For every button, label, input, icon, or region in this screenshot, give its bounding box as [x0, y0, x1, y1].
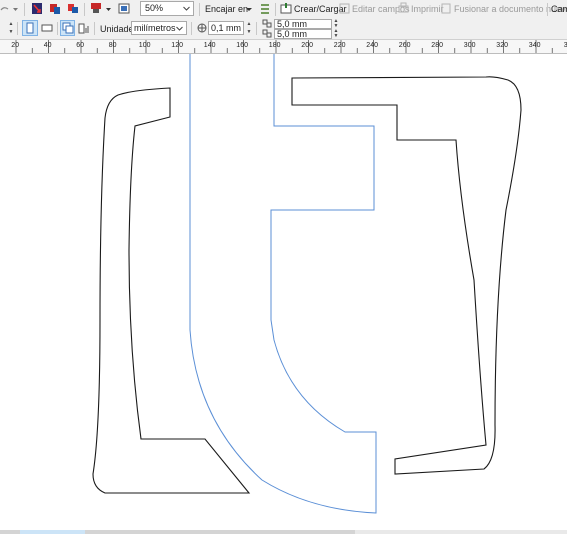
- duplicate-x-icon: [262, 19, 274, 28]
- ruler-tick-label: 100: [139, 42, 151, 49]
- ruler-tick-label: 40: [44, 42, 52, 49]
- publish-icon[interactable]: [67, 2, 79, 15]
- fields-button[interactable]: Camp: [551, 4, 567, 15]
- left-outline-shape[interactable]: [92, 87, 251, 494]
- ruler-ticks: 20 40 60 80 100 120 140 160 180 200 220 240 260 280 30…: [11, 40, 567, 53]
- print-button[interactable]: Imprimir: [411, 4, 444, 15]
- nudge-distance-input[interactable]: 0,1 mm: [208, 21, 244, 35]
- nudge-down-icon[interactable]: ▼: [246, 29, 252, 35]
- application-launcher-icon[interactable]: [90, 2, 102, 15]
- chevron-down-icon: [176, 26, 183, 31]
- units-select[interactable]: milímetros: [131, 21, 187, 35]
- duplicate-x-input[interactable]: 5,0 mm: [274, 19, 332, 29]
- welcome-screen-icon[interactable]: [118, 2, 130, 15]
- ruler-tick-label: 220: [334, 42, 346, 49]
- ruler-tick-label: 240: [366, 42, 378, 49]
- redo-icon[interactable]: [0, 3, 9, 15]
- ruler-tick-label: 260: [399, 42, 411, 49]
- drawing-area[interactable]: [0, 54, 567, 530]
- ruler-tick-label: 280: [431, 42, 443, 49]
- redo-dropdown-icon[interactable]: [12, 3, 19, 15]
- zoom-level-value: 50%: [145, 3, 164, 13]
- duplicate-y-input[interactable]: 5,0 mm: [274, 29, 332, 39]
- ruler-tick-label: 120: [171, 42, 183, 49]
- launcher-dropdown-icon[interactable]: [105, 3, 112, 15]
- portrait-orientation-icon[interactable]: [22, 20, 38, 36]
- ruler-tick-label: 80: [109, 42, 117, 49]
- horizontal-scrollbar[interactable]: [0, 530, 567, 534]
- ruler-tick-label: 160: [236, 42, 248, 49]
- ruler-tick-label: 20: [11, 42, 19, 49]
- spin-down-icon[interactable]: ▼: [8, 29, 14, 35]
- ruler-tick-label: 180: [269, 42, 281, 49]
- dup-y-down-icon[interactable]: ▼: [333, 33, 339, 39]
- snap-dropdown-icon[interactable]: [245, 3, 253, 15]
- ruler-tick-label: 60: [76, 42, 84, 49]
- export-icon[interactable]: [49, 2, 61, 15]
- units-value: milímetros: [134, 23, 176, 33]
- property-bar: ▲ ▼ Unidades: milímetros 0,1 mm ▲ ▼ 5,0 …: [0, 18, 567, 40]
- horizontal-ruler[interactable]: 20 40 60 80 100 120 140 160 180 200 220 240 260 280 30…: [0, 40, 567, 54]
- chevron-down-icon: [183, 6, 190, 11]
- ruler-tick-label: 300: [464, 42, 476, 49]
- duplicate-y-icon: [262, 29, 274, 38]
- snap-to-label[interactable]: Encajar en: [205, 4, 248, 15]
- ruler-tick-label: 320: [496, 42, 508, 49]
- ruler-tick-label: 200: [301, 42, 313, 49]
- blue-guide-outline-left[interactable]: [189, 54, 377, 514]
- merge-new-document-icon: [441, 2, 452, 15]
- spin-up-icon[interactable]: ▲: [8, 21, 14, 27]
- nudge-distance-icon: [196, 22, 208, 34]
- current-page-icon[interactable]: [77, 20, 91, 36]
- create-load-icon[interactable]: [280, 2, 292, 15]
- ruler-tick-label: 140: [204, 42, 216, 49]
- drawing-canvas[interactable]: [0, 54, 567, 530]
- duplicate-y-value: 5,0 mm: [277, 29, 308, 39]
- nudge-distance-value: 0,1 mm: [211, 23, 242, 33]
- standard-toolbar: 50% Encajar en Crear/Cargar Editar campo…: [0, 0, 567, 19]
- edit-fields-icon: [339, 2, 350, 15]
- zoom-level-select[interactable]: 50%: [140, 1, 194, 16]
- landscape-orientation-icon[interactable]: [40, 20, 54, 36]
- ruler-tick-label: 340: [529, 42, 541, 49]
- options-icon[interactable]: [259, 2, 271, 16]
- all-pages-icon[interactable]: [60, 20, 75, 36]
- nudge-up-icon[interactable]: ▲: [246, 21, 252, 27]
- page-tab-indicator[interactable]: [20, 530, 85, 534]
- import-icon[interactable]: [31, 2, 43, 15]
- print-icon: [398, 2, 409, 15]
- right-outline-shape[interactable]: [291, 76, 522, 475]
